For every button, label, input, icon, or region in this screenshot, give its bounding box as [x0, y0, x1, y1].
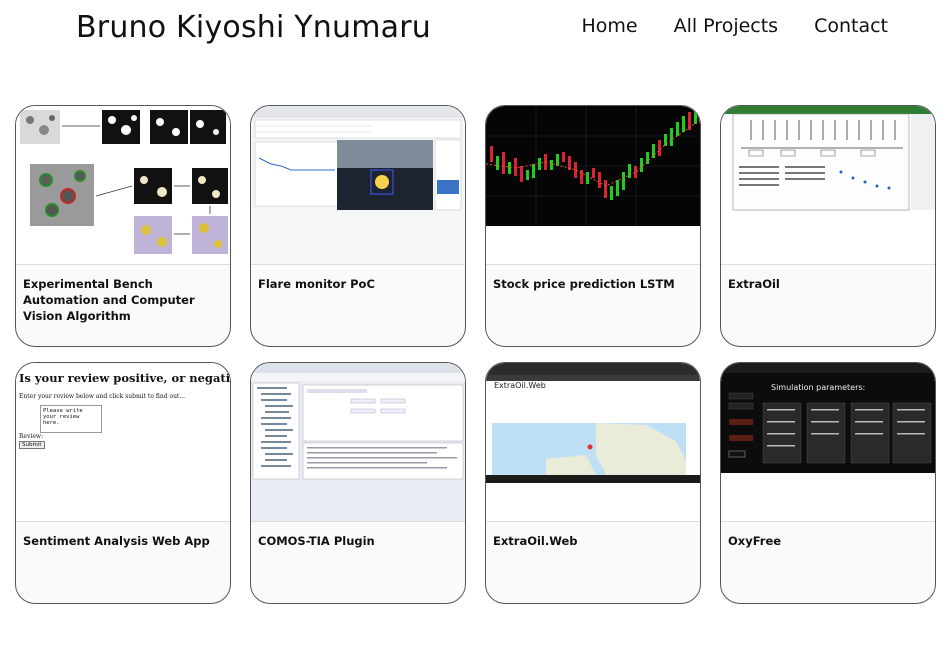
project-title[interactable]: Flare monitor PoC: [258, 276, 457, 292]
project-thumbnail: [486, 106, 700, 265]
project-card-stock-lstm[interactable]: Stock price prediction LSTM: [485, 105, 701, 347]
project-title[interactable]: Sentiment Analysis Web App: [23, 533, 222, 549]
project-title[interactable]: Experimental Bench Automation and Comput…: [23, 276, 222, 324]
nav-all-projects-link[interactable]: All Projects: [674, 15, 779, 37]
project-grid: Experimental Bench Automation and Comput…: [15, 105, 936, 604]
thumb-heading: Simulation parameters:: [771, 383, 866, 392]
project-title[interactable]: Stock price prediction LSTM: [493, 276, 692, 292]
project-card-bench-automation[interactable]: Experimental Bench Automation and Comput…: [15, 105, 231, 347]
project-card-extraoil[interactable]: ExtraOil: [720, 105, 936, 347]
site-title[interactable]: Bruno Kiyoshi Ynumaru: [76, 10, 431, 45]
nav-home-link[interactable]: Home: [581, 15, 637, 37]
dark-app-screenshot: [721, 363, 935, 473]
thumb-instructions: Enter your review below and click submit…: [19, 393, 186, 400]
project-thumbnail: Is your review positive, or negative? En…: [16, 363, 230, 522]
project-title[interactable]: ExtraOil.Web: [493, 533, 692, 549]
thumb-heading: ExtraOil.Web: [494, 381, 546, 390]
project-card-sentiment[interactable]: Is your review positive, or negative? En…: [15, 362, 231, 604]
project-thumbnail: ExtraOil.Web: [486, 363, 700, 522]
thumb-textarea: Please write your review here.: [40, 405, 102, 433]
project-title[interactable]: ExtraOil: [728, 276, 927, 292]
thumb-submit: Submit: [19, 441, 45, 449]
thumb-heading: Is your review positive, or negative?: [19, 371, 230, 385]
project-thumbnail: [251, 363, 465, 522]
project-card-oxyfree[interactable]: Simulation parameters: OxyFree: [720, 362, 936, 604]
thumb-review-label: Review:: [19, 433, 44, 440]
project-thumbnail: Simulation parameters:: [721, 363, 935, 522]
main-nav: Home All Projects Contact: [581, 15, 888, 37]
project-card-extraoil-web[interactable]: ExtraOil.Web ExtraOil.Web: [485, 362, 701, 604]
project-thumbnail: [721, 106, 935, 265]
project-thumbnail: [251, 106, 465, 265]
candlestick-chart-image: [486, 106, 700, 226]
project-card-comos-tia[interactable]: COMOS-TIA Plugin: [250, 362, 466, 604]
project-thumbnail: [16, 106, 230, 265]
project-title[interactable]: COMOS-TIA Plugin: [258, 533, 457, 549]
nav-contact-link[interactable]: Contact: [814, 15, 888, 37]
project-card-flare-monitor[interactable]: Flare monitor PoC: [250, 105, 466, 347]
project-title[interactable]: OxyFree: [728, 533, 927, 549]
